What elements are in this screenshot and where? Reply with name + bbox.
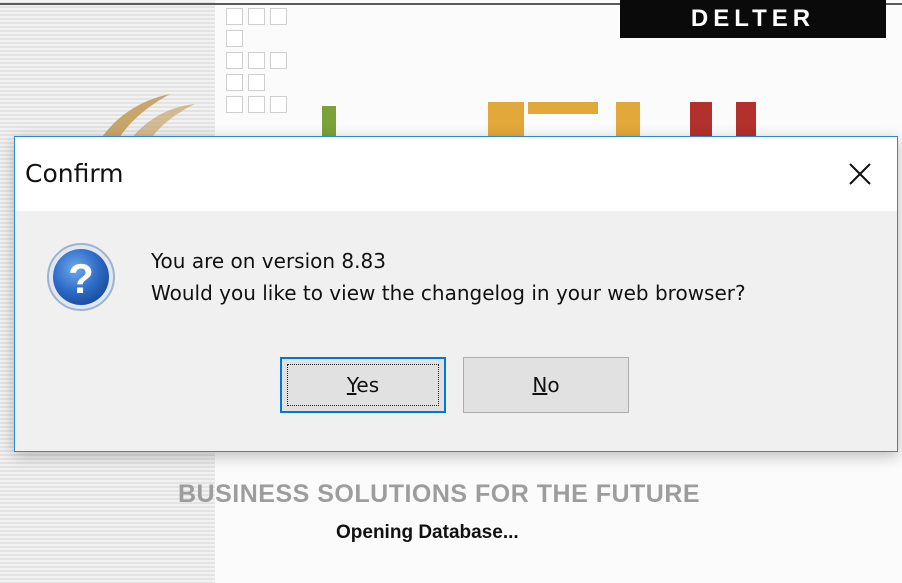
loading-status: Opening Database...: [336, 522, 519, 543]
no-button-label: No: [532, 373, 560, 397]
svg-text:?: ?: [68, 255, 94, 302]
logo-letter-gold-3: [616, 102, 640, 140]
yes-button-label: Yes: [346, 373, 380, 397]
dialog-title-bar: Confirm: [15, 137, 897, 211]
brand-name: DELTER: [690, 5, 816, 32]
logo-letter-red-2: [736, 102, 756, 140]
logo-letter-green: [322, 106, 336, 140]
message-line-1: You are on version 8.83: [151, 249, 386, 273]
tagline: BUSINESS SOLUTIONS FOR THE FUTURE: [178, 480, 701, 508]
dialog-message: You are on version 8.83 Would you like t…: [151, 245, 746, 309]
no-button[interactable]: No: [463, 357, 629, 413]
app-logo-graphic: [100, 94, 756, 140]
logo-letter-gold-2: [528, 102, 598, 114]
confirm-dialog: Confirm ? You are on version 8.83 Would …: [14, 136, 898, 452]
logo-letter-red: [690, 102, 712, 140]
logo-letter-gold: [488, 102, 524, 140]
close-button[interactable]: [837, 151, 883, 197]
brand-logo-box: DELTER: [620, 0, 886, 38]
question-icon: ?: [47, 243, 115, 311]
dialog-title: Confirm: [25, 159, 124, 188]
close-x-icon: [849, 163, 871, 185]
yes-button[interactable]: Yes: [280, 357, 446, 413]
message-line-2: Would you like to view the changelog in …: [151, 281, 746, 305]
